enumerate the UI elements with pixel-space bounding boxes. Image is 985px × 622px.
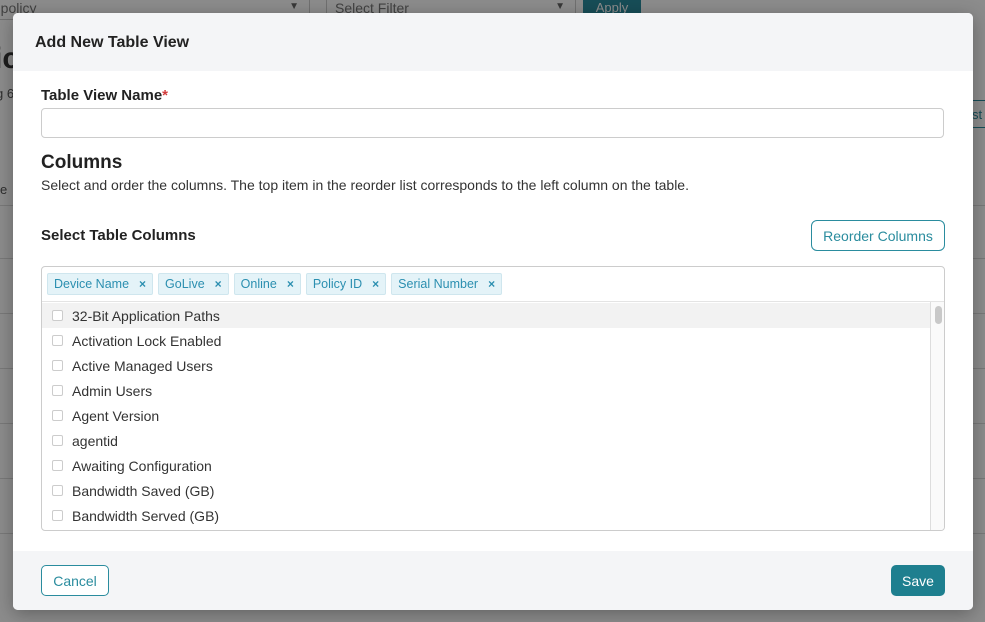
column-option[interactable]: Awaiting Configuration bbox=[42, 453, 930, 478]
modal-title: Add New Table View bbox=[35, 34, 190, 51]
remove-tag-icon[interactable]: × bbox=[362, 277, 385, 291]
option-label: 32-Bit Application Paths bbox=[72, 307, 220, 324]
modal-footer: Cancel Save bbox=[13, 551, 973, 610]
tag-label: Policy ID bbox=[312, 277, 363, 291]
option-label: Admin Users bbox=[72, 382, 153, 399]
checkbox[interactable] bbox=[52, 410, 63, 421]
column-option[interactable]: Bandwidth Served (GB) bbox=[42, 503, 930, 528]
option-label: Awaiting Configuration bbox=[72, 457, 212, 474]
tag-label: Device Name bbox=[54, 277, 130, 291]
scrollbar-thumb[interactable] bbox=[935, 306, 942, 324]
option-label: Bandwidth Saved (GB) bbox=[72, 482, 215, 499]
cancel-button[interactable]: Cancel bbox=[41, 565, 109, 596]
column-option[interactable]: agentid bbox=[42, 428, 930, 453]
column-option[interactable]: Active Managed Users bbox=[42, 353, 930, 378]
divider bbox=[42, 301, 944, 302]
selected-tag: Device Name × bbox=[47, 273, 154, 295]
checkbox[interactable] bbox=[52, 360, 63, 371]
reorder-columns-button[interactable]: Reorder Columns bbox=[811, 220, 945, 251]
checkbox[interactable] bbox=[52, 460, 63, 471]
modal-body: Table View Name* Columns Select and orde… bbox=[13, 71, 973, 551]
remove-tag-icon[interactable]: × bbox=[205, 277, 228, 291]
option-label: Bandwidth Served (GB) bbox=[72, 507, 220, 524]
column-option[interactable]: Activation Lock Enabled bbox=[42, 328, 930, 353]
required-indicator: * bbox=[162, 87, 169, 104]
selected-tags: Device Name × GoLive × Online × Policy I… bbox=[47, 273, 503, 295]
selected-tag: Online × bbox=[233, 273, 301, 295]
option-label: Agent Version bbox=[72, 407, 160, 424]
checkbox[interactable] bbox=[52, 310, 63, 321]
option-label: Activation Lock Enabled bbox=[72, 332, 222, 349]
remove-tag-icon[interactable]: × bbox=[277, 277, 300, 291]
checkbox[interactable] bbox=[52, 335, 63, 346]
checkbox[interactable] bbox=[52, 385, 63, 396]
tag-label: Serial Number bbox=[398, 277, 479, 291]
columns-section-title: Columns bbox=[41, 152, 123, 173]
save-button[interactable]: Save bbox=[891, 565, 945, 596]
option-label: Active Managed Users bbox=[72, 357, 213, 374]
column-option[interactable]: 32-Bit Application Paths bbox=[42, 303, 930, 328]
selected-tag: Serial Number × bbox=[391, 273, 503, 295]
column-option[interactable]: Admin Users bbox=[42, 378, 930, 403]
remove-tag-icon[interactable]: × bbox=[129, 277, 152, 291]
scrollbar[interactable] bbox=[930, 302, 944, 530]
modal-header: Add New Table View bbox=[13, 13, 973, 71]
column-picker[interactable]: Device Name × GoLive × Online × Policy I… bbox=[41, 266, 945, 531]
selected-tag: GoLive × bbox=[158, 273, 229, 295]
checkbox[interactable] bbox=[52, 485, 63, 496]
remove-tag-icon[interactable]: × bbox=[478, 277, 501, 291]
column-option[interactable]: Agent Version bbox=[42, 403, 930, 428]
table-view-name-label: Table View Name* bbox=[41, 87, 168, 104]
select-table-columns-label: Select Table Columns bbox=[41, 227, 196, 244]
selected-tag: Policy ID × bbox=[305, 273, 387, 295]
table-view-name-label-text: Table View Name bbox=[41, 87, 163, 104]
column-option[interactable]: Bandwidth Saved (GB) bbox=[42, 478, 930, 503]
checkbox[interactable] bbox=[52, 510, 63, 521]
add-table-view-modal: Add New Table View Table View Name* Colu… bbox=[13, 13, 973, 610]
option-label: agentid bbox=[72, 432, 118, 449]
checkbox[interactable] bbox=[52, 435, 63, 446]
column-options-list: 32-Bit Application Paths Activation Lock… bbox=[42, 303, 930, 530]
columns-section-description: Select and order the columns. The top it… bbox=[41, 177, 689, 193]
tag-label: Online bbox=[240, 277, 277, 291]
tag-label: GoLive bbox=[165, 277, 205, 291]
table-view-name-input[interactable] bbox=[41, 108, 944, 138]
